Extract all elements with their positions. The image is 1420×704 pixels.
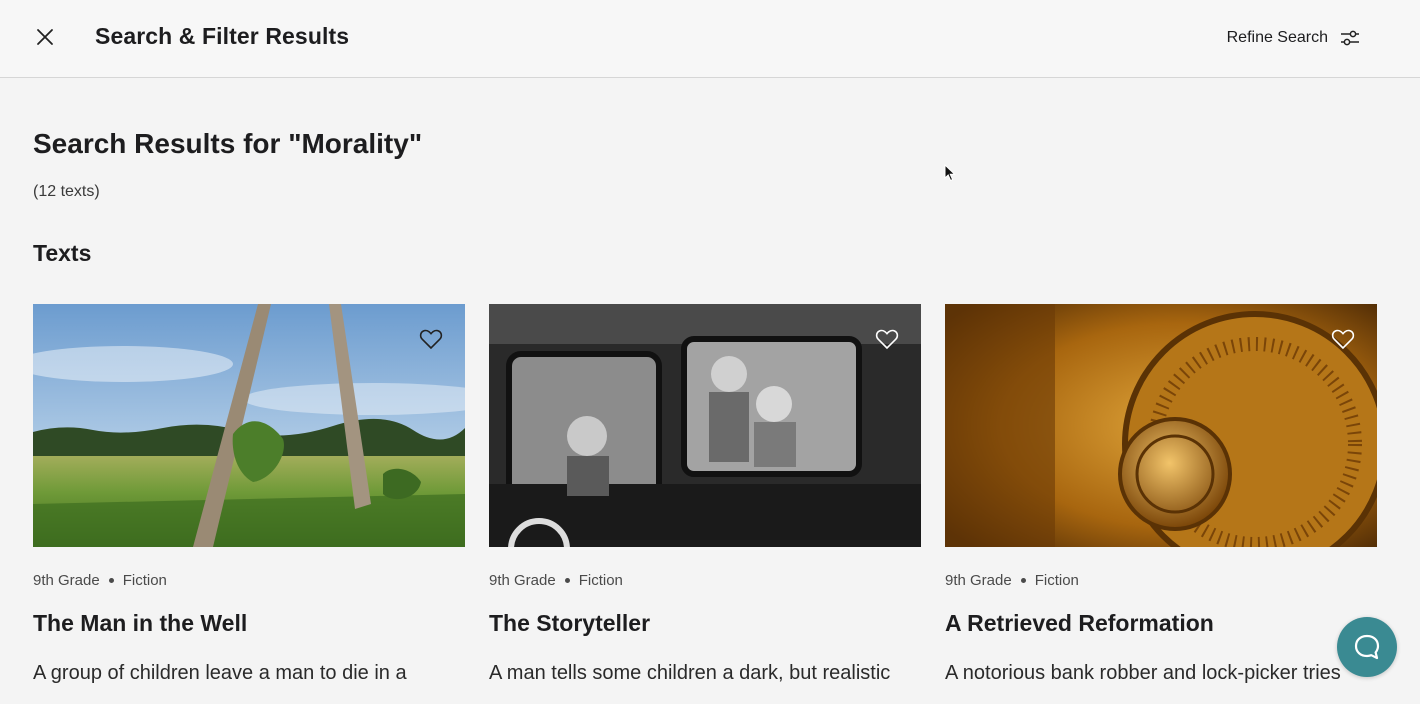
grade-label: 9th Grade bbox=[489, 572, 556, 589]
sliders-icon bbox=[1341, 30, 1359, 46]
close-button[interactable] bbox=[30, 22, 60, 52]
genre-label: Fiction bbox=[122, 572, 167, 589]
field-with-dead-trees-photo[interactable] bbox=[33, 304, 465, 547]
heart-outline-icon[interactable] bbox=[419, 328, 443, 350]
card-title[interactable]: A Retrieved Reformation bbox=[945, 610, 1214, 637]
text-card[interactable]: 9th Grade Fiction The Man in the Well A … bbox=[33, 304, 465, 704]
card-description: A notorious bank robber and lock-picker … bbox=[945, 662, 1341, 684]
separator-dot bbox=[108, 578, 114, 583]
grade-label: 9th Grade bbox=[945, 572, 1012, 589]
card-meta: 9th Grade Fiction bbox=[945, 572, 1079, 589]
separator-dot bbox=[564, 578, 570, 583]
card-meta: 9th Grade Fiction bbox=[489, 572, 623, 589]
chat-bubble-icon bbox=[1354, 634, 1380, 660]
refine-search-button[interactable]: Refine Search bbox=[1227, 24, 1360, 52]
genre-label: Fiction bbox=[578, 572, 623, 589]
heart-outline-icon[interactable] bbox=[1331, 328, 1355, 350]
mouse-cursor-icon bbox=[944, 164, 956, 182]
results-count: (12 texts) bbox=[33, 183, 100, 200]
close-icon bbox=[37, 29, 53, 45]
heart-outline-icon[interactable] bbox=[875, 328, 899, 350]
grade-label: 9th Grade bbox=[33, 572, 100, 589]
results-heading: Search Results for "Morality" bbox=[33, 128, 423, 159]
genre-label: Fiction bbox=[1034, 572, 1079, 589]
separator-dot bbox=[1020, 578, 1026, 583]
page-title: Search & Filter Results bbox=[95, 23, 350, 49]
card-title[interactable]: The Man in the Well bbox=[33, 610, 247, 637]
top-bar: Search & Filter Results Refine Search bbox=[0, 0, 1420, 78]
safe-combination-dial-photo[interactable] bbox=[945, 304, 1377, 547]
refine-search-label: Refine Search bbox=[1226, 29, 1328, 46]
help-chat-button[interactable] bbox=[1337, 617, 1397, 677]
card-title[interactable]: The Storyteller bbox=[489, 610, 650, 637]
children-in-bus-window-photo[interactable] bbox=[489, 304, 921, 547]
text-card[interactable]: 9th Grade Fiction A Retrieved Reformatio… bbox=[945, 304, 1377, 704]
card-description: A man tells some children a dark, but re… bbox=[489, 662, 891, 684]
card-description: A group of children leave a man to die i… bbox=[33, 662, 407, 684]
text-card[interactable]: 9th Grade Fiction The Storyteller A man … bbox=[489, 304, 921, 704]
card-meta: 9th Grade Fiction bbox=[33, 572, 167, 589]
section-title-texts: Texts bbox=[33, 240, 92, 266]
